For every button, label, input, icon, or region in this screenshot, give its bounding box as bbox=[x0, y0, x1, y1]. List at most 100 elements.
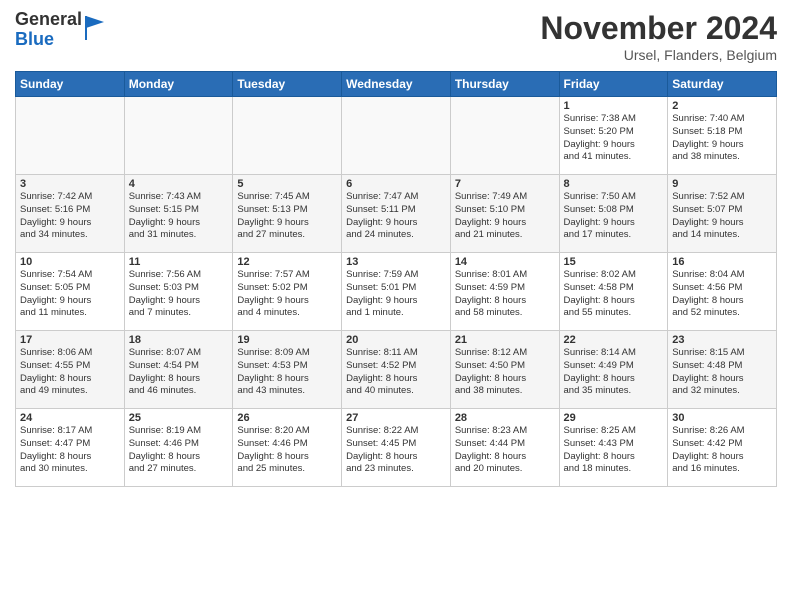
table-row bbox=[450, 97, 559, 175]
day-info: Sunrise: 7:52 AM Sunset: 5:07 PM Dayligh… bbox=[672, 191, 772, 242]
table-row: 2Sunrise: 7:40 AM Sunset: 5:18 PM Daylig… bbox=[668, 97, 777, 175]
day-info: Sunrise: 8:02 AM Sunset: 4:58 PM Dayligh… bbox=[564, 269, 664, 320]
day-info: Sunrise: 7:57 AM Sunset: 5:02 PM Dayligh… bbox=[237, 269, 337, 320]
table-row: 21Sunrise: 8:12 AM Sunset: 4:50 PM Dayli… bbox=[450, 331, 559, 409]
table-row: 22Sunrise: 8:14 AM Sunset: 4:49 PM Dayli… bbox=[559, 331, 668, 409]
table-row: 9Sunrise: 7:52 AM Sunset: 5:07 PM Daylig… bbox=[668, 175, 777, 253]
day-number: 3 bbox=[20, 178, 120, 190]
table-row: 1Sunrise: 7:38 AM Sunset: 5:20 PM Daylig… bbox=[559, 97, 668, 175]
table-row: 29Sunrise: 8:25 AM Sunset: 4:43 PM Dayli… bbox=[559, 409, 668, 487]
calendar-table: Sunday Monday Tuesday Wednesday Thursday… bbox=[15, 71, 777, 487]
table-row: 19Sunrise: 8:09 AM Sunset: 4:53 PM Dayli… bbox=[233, 331, 342, 409]
day-number: 17 bbox=[20, 334, 120, 346]
table-row: 24Sunrise: 8:17 AM Sunset: 4:47 PM Dayli… bbox=[16, 409, 125, 487]
table-row: 14Sunrise: 8:01 AM Sunset: 4:59 PM Dayli… bbox=[450, 253, 559, 331]
header: General Blue November 2024 Ursel, Flande… bbox=[15, 10, 777, 63]
day-number: 8 bbox=[564, 178, 664, 190]
day-info: Sunrise: 7:42 AM Sunset: 5:16 PM Dayligh… bbox=[20, 191, 120, 242]
day-info: Sunrise: 7:43 AM Sunset: 5:15 PM Dayligh… bbox=[129, 191, 229, 242]
table-row: 17Sunrise: 8:06 AM Sunset: 4:55 PM Dayli… bbox=[16, 331, 125, 409]
day-info: Sunrise: 8:14 AM Sunset: 4:49 PM Dayligh… bbox=[564, 347, 664, 398]
location: Ursel, Flanders, Belgium bbox=[540, 47, 777, 63]
day-number: 21 bbox=[455, 334, 555, 346]
day-info: Sunrise: 7:45 AM Sunset: 5:13 PM Dayligh… bbox=[237, 191, 337, 242]
col-tuesday: Tuesday bbox=[233, 72, 342, 97]
table-row: 27Sunrise: 8:22 AM Sunset: 4:45 PM Dayli… bbox=[342, 409, 451, 487]
day-info: Sunrise: 8:20 AM Sunset: 4:46 PM Dayligh… bbox=[237, 425, 337, 476]
day-info: Sunrise: 8:22 AM Sunset: 4:45 PM Dayligh… bbox=[346, 425, 446, 476]
day-number: 1 bbox=[564, 100, 664, 112]
day-number: 24 bbox=[20, 412, 120, 424]
table-row: 8Sunrise: 7:50 AM Sunset: 5:08 PM Daylig… bbox=[559, 175, 668, 253]
day-number: 2 bbox=[672, 100, 772, 112]
table-row bbox=[233, 97, 342, 175]
day-number: 15 bbox=[564, 256, 664, 268]
calendar-week-row: 24Sunrise: 8:17 AM Sunset: 4:47 PM Dayli… bbox=[16, 409, 777, 487]
day-number: 29 bbox=[564, 412, 664, 424]
day-number: 25 bbox=[129, 412, 229, 424]
day-info: Sunrise: 7:38 AM Sunset: 5:20 PM Dayligh… bbox=[564, 113, 664, 164]
table-row: 30Sunrise: 8:26 AM Sunset: 4:42 PM Dayli… bbox=[668, 409, 777, 487]
calendar-week-row: 10Sunrise: 7:54 AM Sunset: 5:05 PM Dayli… bbox=[16, 253, 777, 331]
table-row: 18Sunrise: 8:07 AM Sunset: 4:54 PM Dayli… bbox=[124, 331, 233, 409]
day-info: Sunrise: 7:59 AM Sunset: 5:01 PM Dayligh… bbox=[346, 269, 446, 320]
calendar-week-row: 3Sunrise: 7:42 AM Sunset: 5:16 PM Daylig… bbox=[16, 175, 777, 253]
day-info: Sunrise: 8:04 AM Sunset: 4:56 PM Dayligh… bbox=[672, 269, 772, 320]
day-number: 20 bbox=[346, 334, 446, 346]
day-number: 9 bbox=[672, 178, 772, 190]
table-row: 5Sunrise: 7:45 AM Sunset: 5:13 PM Daylig… bbox=[233, 175, 342, 253]
day-info: Sunrise: 8:12 AM Sunset: 4:50 PM Dayligh… bbox=[455, 347, 555, 398]
col-sunday: Sunday bbox=[16, 72, 125, 97]
day-info: Sunrise: 8:06 AM Sunset: 4:55 PM Dayligh… bbox=[20, 347, 120, 398]
day-info: Sunrise: 8:07 AM Sunset: 4:54 PM Dayligh… bbox=[129, 347, 229, 398]
day-number: 30 bbox=[672, 412, 772, 424]
month-title: November 2024 bbox=[540, 10, 777, 47]
table-row bbox=[16, 97, 125, 175]
col-friday: Friday bbox=[559, 72, 668, 97]
col-saturday: Saturday bbox=[668, 72, 777, 97]
table-row: 4Sunrise: 7:43 AM Sunset: 5:15 PM Daylig… bbox=[124, 175, 233, 253]
day-info: Sunrise: 8:25 AM Sunset: 4:43 PM Dayligh… bbox=[564, 425, 664, 476]
table-row: 23Sunrise: 8:15 AM Sunset: 4:48 PM Dayli… bbox=[668, 331, 777, 409]
day-info: Sunrise: 7:40 AM Sunset: 5:18 PM Dayligh… bbox=[672, 113, 772, 164]
day-info: Sunrise: 7:50 AM Sunset: 5:08 PM Dayligh… bbox=[564, 191, 664, 242]
table-row: 11Sunrise: 7:56 AM Sunset: 5:03 PM Dayli… bbox=[124, 253, 233, 331]
col-thursday: Thursday bbox=[450, 72, 559, 97]
day-number: 13 bbox=[346, 256, 446, 268]
table-row bbox=[342, 97, 451, 175]
day-info: Sunrise: 7:47 AM Sunset: 5:11 PM Dayligh… bbox=[346, 191, 446, 242]
day-number: 11 bbox=[129, 256, 229, 268]
col-wednesday: Wednesday bbox=[342, 72, 451, 97]
day-info: Sunrise: 7:56 AM Sunset: 5:03 PM Dayligh… bbox=[129, 269, 229, 320]
day-info: Sunrise: 7:54 AM Sunset: 5:05 PM Dayligh… bbox=[20, 269, 120, 320]
calendar-week-row: 17Sunrise: 8:06 AM Sunset: 4:55 PM Dayli… bbox=[16, 331, 777, 409]
table-row: 3Sunrise: 7:42 AM Sunset: 5:16 PM Daylig… bbox=[16, 175, 125, 253]
logo-flag-icon bbox=[84, 14, 106, 42]
day-number: 16 bbox=[672, 256, 772, 268]
table-row: 13Sunrise: 7:59 AM Sunset: 5:01 PM Dayli… bbox=[342, 253, 451, 331]
calendar-header-row: Sunday Monday Tuesday Wednesday Thursday… bbox=[16, 72, 777, 97]
logo-text: General Blue bbox=[15, 10, 82, 50]
table-row: 16Sunrise: 8:04 AM Sunset: 4:56 PM Dayli… bbox=[668, 253, 777, 331]
table-row: 15Sunrise: 8:02 AM Sunset: 4:58 PM Dayli… bbox=[559, 253, 668, 331]
col-monday: Monday bbox=[124, 72, 233, 97]
table-row: 7Sunrise: 7:49 AM Sunset: 5:10 PM Daylig… bbox=[450, 175, 559, 253]
day-info: Sunrise: 8:09 AM Sunset: 4:53 PM Dayligh… bbox=[237, 347, 337, 398]
day-info: Sunrise: 8:26 AM Sunset: 4:42 PM Dayligh… bbox=[672, 425, 772, 476]
table-row: 28Sunrise: 8:23 AM Sunset: 4:44 PM Dayli… bbox=[450, 409, 559, 487]
day-number: 27 bbox=[346, 412, 446, 424]
table-row: 25Sunrise: 8:19 AM Sunset: 4:46 PM Dayli… bbox=[124, 409, 233, 487]
day-number: 18 bbox=[129, 334, 229, 346]
day-info: Sunrise: 8:15 AM Sunset: 4:48 PM Dayligh… bbox=[672, 347, 772, 398]
calendar-week-row: 1Sunrise: 7:38 AM Sunset: 5:20 PM Daylig… bbox=[16, 97, 777, 175]
day-info: Sunrise: 8:23 AM Sunset: 4:44 PM Dayligh… bbox=[455, 425, 555, 476]
day-number: 5 bbox=[237, 178, 337, 190]
day-number: 6 bbox=[346, 178, 446, 190]
day-number: 7 bbox=[455, 178, 555, 190]
day-number: 28 bbox=[455, 412, 555, 424]
logo: General Blue bbox=[15, 10, 106, 50]
day-info: Sunrise: 8:01 AM Sunset: 4:59 PM Dayligh… bbox=[455, 269, 555, 320]
table-row: 6Sunrise: 7:47 AM Sunset: 5:11 PM Daylig… bbox=[342, 175, 451, 253]
day-number: 14 bbox=[455, 256, 555, 268]
table-row: 10Sunrise: 7:54 AM Sunset: 5:05 PM Dayli… bbox=[16, 253, 125, 331]
